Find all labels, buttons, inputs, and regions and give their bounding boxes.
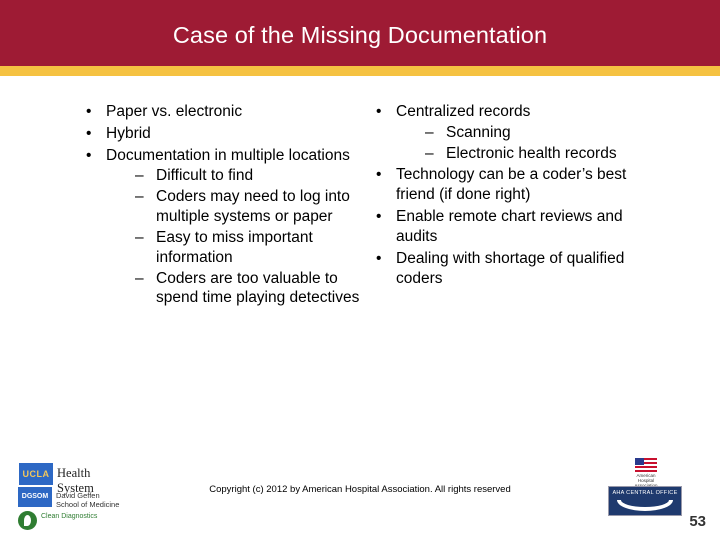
dash-glyph-icon: – xyxy=(135,269,144,287)
sub-list-item-text: Electronic health records xyxy=(446,144,617,162)
slide: Case of the Missing Documentation • Pape… xyxy=(0,0,720,540)
ucla-wordmark: UCLA xyxy=(19,463,53,485)
aha-central-office-text: AHA CENTRAL OFFICE xyxy=(612,490,678,496)
list-item-text: Technology can be a coder’s best friend … xyxy=(396,166,627,204)
bullet-glyph-icon: • xyxy=(376,249,382,267)
sub-list-item: – Coders may need to log into multiple s… xyxy=(134,187,374,227)
sublist-wrapper: – Scanning – Electronic health records xyxy=(424,123,659,164)
american-hospital-association-seal: American Hospital Association xyxy=(628,458,664,488)
swoosh-icon xyxy=(617,500,673,511)
sub-list-item-text: Coders are too valuable to spend time pl… xyxy=(156,269,360,307)
aha-central-office-logo: AHA CENTRAL OFFICE xyxy=(608,486,682,516)
bullet-glyph-icon: • xyxy=(376,208,382,226)
geffen-school-text: David Geffen School of Medicine xyxy=(56,491,120,509)
dash-glyph-icon: – xyxy=(425,144,434,162)
sub-list-item-text: Scanning xyxy=(446,123,511,141)
geffen-school-logo: DGSOM David Geffen School of Medicine xyxy=(18,487,122,509)
accent-divider xyxy=(0,66,720,76)
sub-list-item-text: Difficult to find xyxy=(156,167,254,185)
sub-list-item: – Difficult to find xyxy=(134,166,374,186)
bullet-glyph-icon: • xyxy=(376,103,382,120)
sub-list-item: – Coders are too valuable to spend time … xyxy=(134,269,374,309)
dash-glyph-icon: – xyxy=(135,167,144,185)
list-item: • Technology can be a coder’s best frien… xyxy=(374,165,659,205)
sub-bullet-list: – Difficult to find – Coders may need to… xyxy=(134,166,374,308)
list-item-text: Centralized records xyxy=(396,103,531,120)
list-item-text: Documentation in multiple locations xyxy=(106,146,350,164)
page-title: Case of the Missing Documentation xyxy=(172,22,548,48)
list-item: • Centralized records – Scanning – Elect… xyxy=(374,102,659,163)
list-item: • Enable remote chart reviews and audits xyxy=(374,207,659,247)
bullet-list-right: • Centralized records – Scanning – Elect… xyxy=(374,102,659,288)
sub-list-item-text: Coders may need to log into multiple sys… xyxy=(156,188,350,226)
right-column: • Centralized records – Scanning – Elect… xyxy=(374,102,659,290)
list-item-text: Dealing with shortage of qualified coder… xyxy=(396,249,625,287)
bullet-glyph-icon: • xyxy=(86,103,92,120)
sub-list-item: – Scanning xyxy=(424,123,659,143)
ucla-health-system-logo: UCLA Health System xyxy=(18,462,124,495)
dash-glyph-icon: – xyxy=(135,188,144,206)
left-column: • Paper vs. electronic • Hybrid • Docume… xyxy=(84,102,374,310)
list-item-text: Enable remote chart reviews and audits xyxy=(396,208,623,245)
leaf-icon xyxy=(18,511,37,530)
geffen-wordmark: DGSOM xyxy=(18,487,52,507)
bullet-list-left: • Paper vs. electronic • Hybrid • Docume… xyxy=(84,102,374,308)
bullet-glyph-icon: • xyxy=(86,124,92,142)
list-item-text: Hybrid xyxy=(106,124,151,142)
bullet-glyph-icon: • xyxy=(376,166,382,184)
clean-diagnostics-logo: Clean Diagnostics xyxy=(18,510,128,532)
flag-icon xyxy=(635,458,657,472)
bullet-glyph-icon: • xyxy=(86,146,92,164)
sub-bullet-list: – Scanning – Electronic health records xyxy=(424,123,659,164)
sub-list-item-text: Easy to miss important information xyxy=(156,228,313,266)
clean-diagnostics-text: Clean Diagnostics xyxy=(41,513,98,520)
list-item-text: Paper vs. electronic xyxy=(106,103,243,120)
dash-glyph-icon: – xyxy=(135,228,144,246)
sub-list-item: – Electronic health records xyxy=(424,144,659,164)
sublist-wrapper: – Difficult to find – Coders may need to… xyxy=(134,166,374,308)
dash-glyph-icon: – xyxy=(425,123,434,141)
list-item: • Documentation in multiple locations – … xyxy=(84,146,374,309)
list-item: • Hybrid xyxy=(84,124,374,144)
slide-number: 53 xyxy=(689,513,706,530)
list-item: • Dealing with shortage of qualified cod… xyxy=(374,249,659,289)
sub-list-item: – Easy to miss important information xyxy=(134,228,374,268)
list-item: • Paper vs. electronic xyxy=(84,102,374,122)
